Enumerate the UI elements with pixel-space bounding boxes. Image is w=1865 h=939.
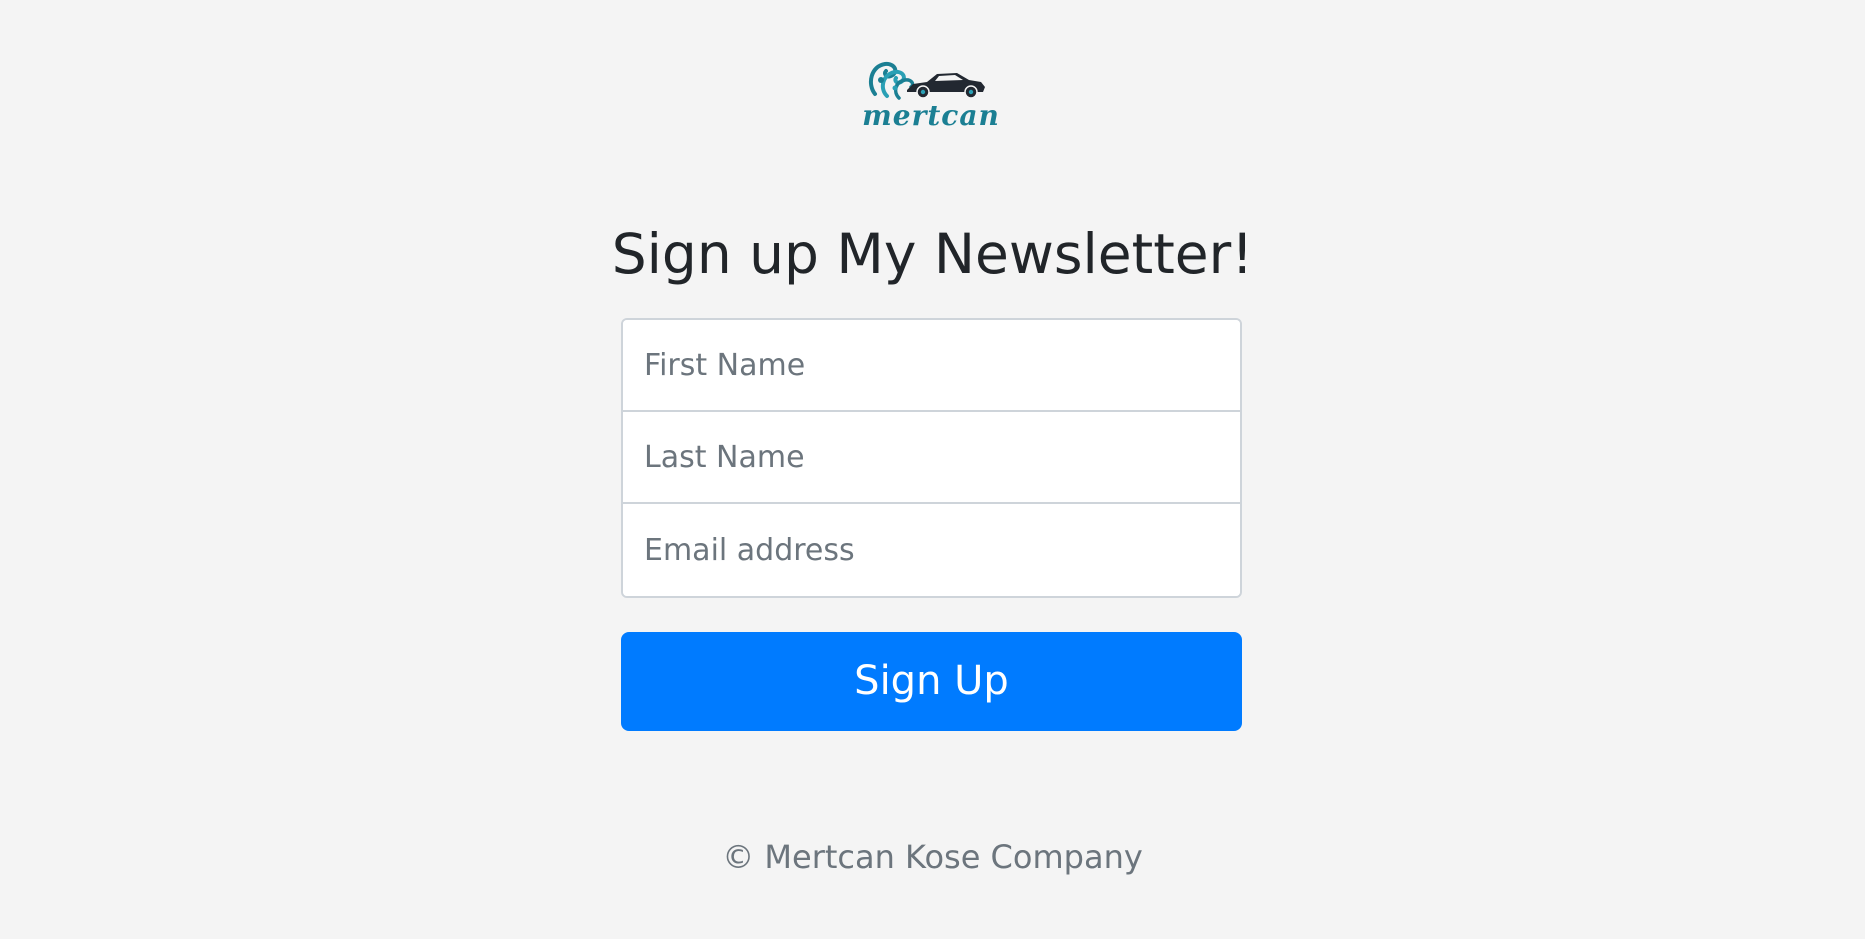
page-title: Sign up My Newsletter!: [611, 222, 1254, 286]
logo: mertcan: [859, 50, 1003, 138]
email-input[interactable]: [623, 504, 1240, 596]
wave-car-icon: [868, 61, 985, 100]
sign-up-button[interactable]: Sign Up: [621, 632, 1242, 731]
last-name-input[interactable]: [623, 412, 1240, 504]
page: mertcan Sign up My Newsletter! Sign Up ©…: [0, 0, 1865, 939]
newsletter-form: [621, 318, 1242, 598]
logo-text: mertcan: [862, 99, 1000, 132]
first-name-input[interactable]: [623, 320, 1240, 412]
footer-copyright: © Mertcan Kose Company: [722, 838, 1143, 876]
